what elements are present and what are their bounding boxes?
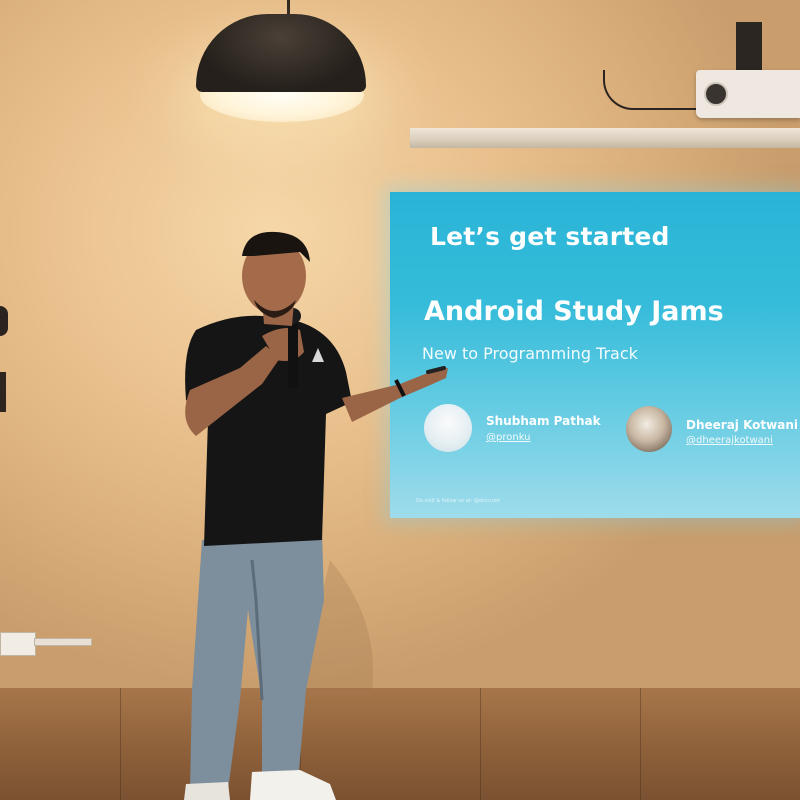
jeans [190,532,324,790]
right-arm [342,368,448,422]
shoe [250,770,336,800]
photo-scene: Let’s get started Android Study Jams New… [0,0,800,800]
shoe [184,782,230,800]
microphone [288,318,298,388]
presenter [184,231,448,800]
